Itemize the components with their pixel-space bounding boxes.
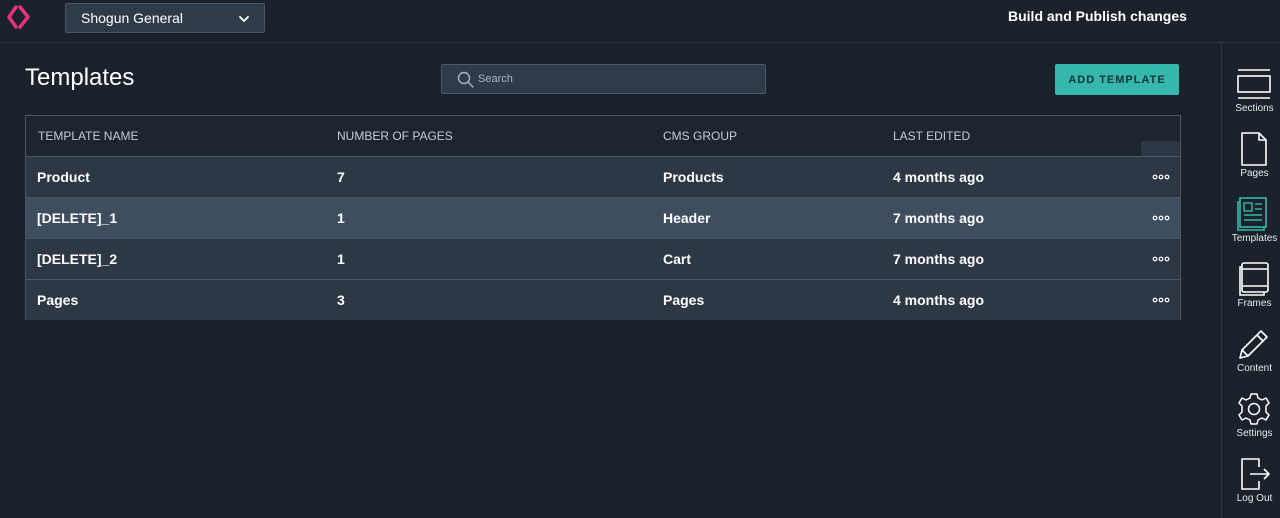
sidebar-item-label: Content	[1236, 363, 1273, 374]
add-template-button[interactable]: ADD TEMPLATE	[1055, 64, 1179, 95]
table-row[interactable]: Product 7 Products 4 months ago	[26, 156, 1180, 197]
frames-icon	[1239, 262, 1269, 296]
sidebar-item-label: Templates	[1231, 233, 1278, 244]
more-options-icon[interactable]	[1151, 251, 1171, 267]
page-title: Templates	[25, 64, 135, 91]
chevron-down-icon	[239, 16, 249, 22]
template-name: [DELETE]_2	[37, 251, 118, 267]
sidebar-item-sections[interactable]: Sections	[1222, 67, 1280, 127]
column-header-cms-group[interactable]: CMS GROUP	[663, 129, 737, 143]
more-options-icon[interactable]	[1151, 292, 1171, 308]
right-sidebar: Sections Pages Templates Frames Content …	[1221, 43, 1280, 518]
templates-table: TEMPLATE NAME NUMBER OF PAGES CMS GROUP …	[25, 115, 1181, 320]
table-row[interactable]: [DELETE]_2 1 Cart 7 months ago	[26, 238, 1180, 279]
template-name: Product	[37, 169, 90, 185]
sidebar-item-label: Frames	[1237, 298, 1272, 309]
more-options-icon[interactable]	[1151, 169, 1171, 185]
table-header: TEMPLATE NAME NUMBER OF PAGES CMS GROUP …	[26, 116, 1180, 157]
sidebar-item-frames[interactable]: Frames	[1222, 262, 1280, 322]
top-bar: Shogun General Build and Publish changes	[0, 0, 1280, 43]
table-row[interactable]: Pages 3 Pages 4 months ago	[26, 279, 1180, 320]
sidebar-item-label: Pages	[1240, 168, 1269, 179]
search-icon	[457, 71, 474, 88]
store-select-value: Shogun General	[81, 10, 183, 26]
sidebar-item-settings[interactable]: Settings	[1222, 392, 1280, 452]
cms-group: Products	[663, 169, 724, 185]
shogun-logo-icon[interactable]	[6, 3, 36, 31]
sidebar-item-label: Log Out	[1236, 493, 1273, 504]
more-options-icon[interactable]	[1151, 210, 1171, 226]
actions-header	[1141, 141, 1180, 156]
build-publish-button[interactable]: Build and Publish changes	[1008, 8, 1187, 24]
sidebar-item-templates[interactable]: Templates	[1222, 197, 1280, 257]
logout-icon	[1241, 458, 1270, 490]
search-box[interactable]	[441, 64, 766, 94]
last-edited: 4 months ago	[893, 169, 985, 185]
page-icon	[1241, 132, 1267, 166]
cms-group: Cart	[663, 251, 692, 267]
column-header-number-of-pages[interactable]: NUMBER OF PAGES	[337, 129, 453, 143]
template-name: Pages	[37, 292, 79, 308]
sections-icon	[1237, 69, 1271, 99]
template-name: [DELETE]_1	[37, 210, 118, 226]
column-header-template-name[interactable]: TEMPLATE NAME	[38, 129, 138, 143]
page-count: 1	[337, 251, 345, 267]
last-edited: 7 months ago	[893, 210, 985, 226]
table-row[interactable]: [DELETE]_1 1 Header 7 months ago	[26, 197, 1180, 238]
page-count: 1	[337, 210, 345, 226]
page-count: 3	[337, 292, 345, 308]
cms-group: Header	[663, 210, 711, 226]
templates-icon	[1237, 197, 1267, 231]
sidebar-item-content[interactable]: Content	[1222, 327, 1280, 387]
last-edited: 7 months ago	[893, 251, 985, 267]
column-header-last-edited[interactable]: LAST EDITED	[893, 129, 970, 143]
page-count: 7	[337, 169, 345, 185]
sidebar-item-label: Settings	[1236, 428, 1273, 439]
search-input[interactable]	[478, 65, 758, 93]
gear-icon	[1238, 393, 1270, 425]
sidebar-item-logout[interactable]: Log Out	[1222, 457, 1280, 517]
store-select[interactable]: Shogun General	[65, 3, 265, 33]
cms-group: Pages	[663, 292, 705, 308]
sidebar-item-pages[interactable]: Pages	[1222, 132, 1280, 192]
pencil-icon	[1239, 330, 1268, 359]
sidebar-item-label: Sections	[1235, 103, 1274, 114]
last-edited: 4 months ago	[893, 292, 985, 308]
